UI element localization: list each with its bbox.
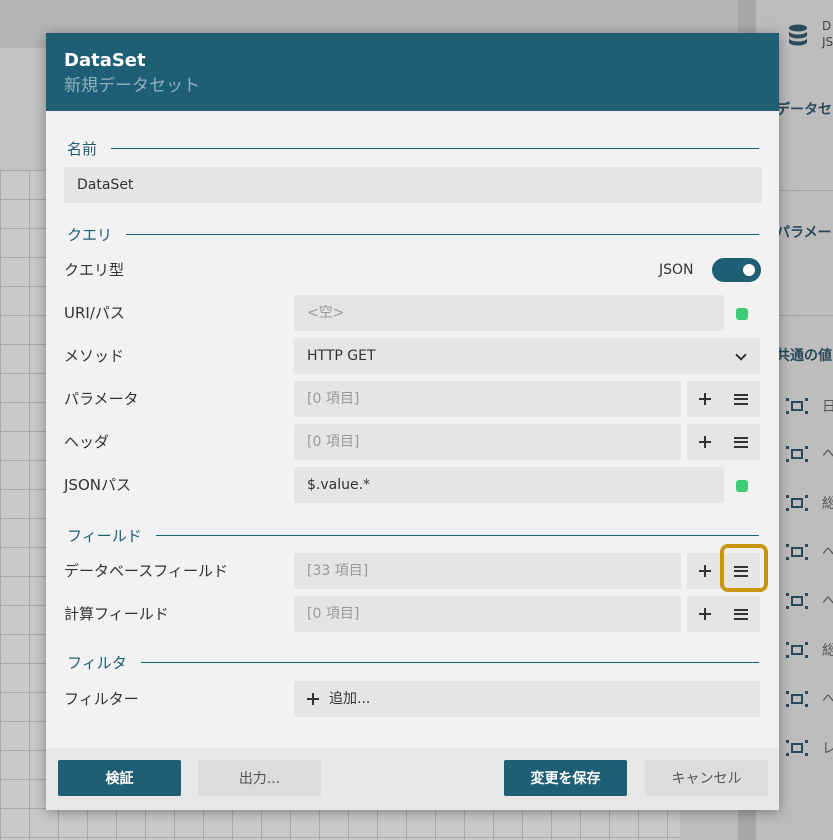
section-common-values-heading: 共通の値 <box>776 348 832 364</box>
common-value-label: 総 <box>822 496 833 512</box>
field-icon <box>786 398 808 414</box>
datasource-title: D <box>822 19 832 33</box>
edit-parameters-button[interactable] <box>723 381 759 417</box>
query-type-toggle[interactable] <box>712 258 761 282</box>
headers-actions <box>687 424 760 460</box>
section-divider <box>126 233 759 235</box>
method-select[interactable]: HTTP GET <box>294 338 760 374</box>
toggle-knob <box>743 264 755 276</box>
database-fields-label: データベースフィールド <box>64 562 228 580</box>
common-value-item[interactable]: 総 <box>786 491 833 515</box>
fields-section-header: フィールド <box>67 525 759 545</box>
method-label: メソッド <box>64 347 125 365</box>
parameters-field[interactable]: [0 項目] <box>294 381 681 417</box>
save-changes-button[interactable]: 変更を保存 <box>504 760 627 796</box>
dialog-title: DataSet <box>64 50 146 71</box>
field-icon <box>786 544 808 560</box>
uri-path-label: URI/パス <box>64 304 125 322</box>
section-divider <box>155 534 759 536</box>
plus-icon <box>699 393 711 405</box>
add-header-button[interactable] <box>687 424 723 460</box>
calculated-fields-label: 計算フィールド <box>64 605 169 623</box>
headers-label: ヘッダ <box>64 433 110 451</box>
common-value-item[interactable]: ヘ <box>786 442 833 466</box>
common-value-item[interactable]: ヘ <box>786 589 833 613</box>
section-params-heading: パラメー <box>776 225 832 241</box>
dataset-dialog: DataSet 新規データセット 名前 DataSet クエリ クエリ型 JSO… <box>46 33 779 810</box>
dialog-header: DataSet 新規データセット <box>46 33 779 111</box>
query-section-header: クエリ <box>67 224 759 244</box>
common-value-label: ヘ <box>822 447 833 463</box>
edit-database-fields-button[interactable] <box>720 544 768 592</box>
json-path-status-indicator <box>736 480 748 492</box>
database-fields-field[interactable]: [33 項目] <box>294 553 681 589</box>
menu-icon <box>734 393 748 405</box>
field-icon <box>786 642 808 658</box>
database-fields-actions <box>687 544 768 592</box>
common-value-item[interactable]: ヘ <box>786 687 833 711</box>
dialog-subtitle: 新規データセット <box>64 76 200 96</box>
plus-icon <box>307 693 319 705</box>
field-icon <box>786 691 808 707</box>
fields-section-title: フィールド <box>67 526 142 545</box>
query-section-title: クエリ <box>67 225 113 244</box>
dataset-name-input[interactable]: DataSet <box>64 167 762 203</box>
common-value-label: ヘ <box>822 692 833 708</box>
uri-path-input[interactable]: <空> <box>294 295 724 331</box>
common-value-label: 日 <box>822 399 833 415</box>
json-path-label: JSONパス <box>64 476 131 494</box>
database-icon <box>789 24 807 46</box>
field-icon <box>786 740 808 756</box>
export-button[interactable]: 出力... <box>198 760 321 796</box>
section-dataset-heading: データセ <box>776 102 832 118</box>
menu-icon <box>734 436 748 448</box>
add-database-field-button[interactable] <box>687 553 723 589</box>
name-section-header: 名前 <box>67 138 759 158</box>
cancel-button[interactable]: キャンセル <box>645 760 768 796</box>
field-icon <box>786 446 808 462</box>
add-parameter-button[interactable] <box>687 381 723 417</box>
method-selected-value: HTTP GET <box>307 348 376 364</box>
common-value-item[interactable]: ヘ <box>786 540 833 564</box>
name-section-title: 名前 <box>67 139 98 158</box>
datasource-type: JS <box>822 35 833 49</box>
field-icon <box>786 593 808 609</box>
chevron-down-icon <box>735 349 747 361</box>
filter-section-header: フィルタ <box>67 652 759 672</box>
parameters-label: パラメータ <box>64 390 139 408</box>
query-type-value: JSON <box>659 262 694 278</box>
plus-icon <box>699 565 711 577</box>
common-value-label: ヘ <box>822 594 833 610</box>
query-type-label: クエリ型 <box>64 261 125 279</box>
calculated-fields-actions <box>687 596 760 632</box>
common-value-label: 総 <box>822 643 833 659</box>
common-value-item[interactable]: 日 <box>786 394 833 418</box>
add-filter-label: 追加... <box>329 691 371 707</box>
common-value-item[interactable]: レ <box>786 736 833 760</box>
headers-field[interactable]: [0 項目] <box>294 424 681 460</box>
field-icon <box>786 495 808 511</box>
add-calculated-field-button[interactable] <box>687 596 723 632</box>
dialog-footer: 検証 出力... 変更を保存 キャンセル <box>46 748 779 810</box>
menu-icon <box>734 608 748 620</box>
datasource-name[interactable]: D JS <box>822 18 833 50</box>
uri-status-indicator <box>736 308 748 320</box>
common-value-label: ヘ <box>822 545 833 561</box>
add-filter-button[interactable]: 追加... <box>294 681 760 717</box>
common-value-label: レ <box>822 741 833 757</box>
edit-calculated-fields-button[interactable] <box>723 596 759 632</box>
section-divider <box>111 147 759 149</box>
menu-icon <box>734 565 748 577</box>
section-divider <box>140 661 759 663</box>
filter-label: フィルター <box>64 690 139 708</box>
common-value-item[interactable]: 総 <box>786 638 833 662</box>
calculated-fields-field[interactable]: [0 項目] <box>294 596 681 632</box>
validate-button[interactable]: 検証 <box>58 760 181 796</box>
json-path-input[interactable]: $.value.* <box>294 467 724 503</box>
edit-headers-button[interactable] <box>723 424 759 460</box>
filter-section-title: フィルタ <box>67 653 127 672</box>
plus-icon <box>699 608 711 620</box>
plus-icon <box>699 436 711 448</box>
parameters-actions <box>687 381 760 417</box>
